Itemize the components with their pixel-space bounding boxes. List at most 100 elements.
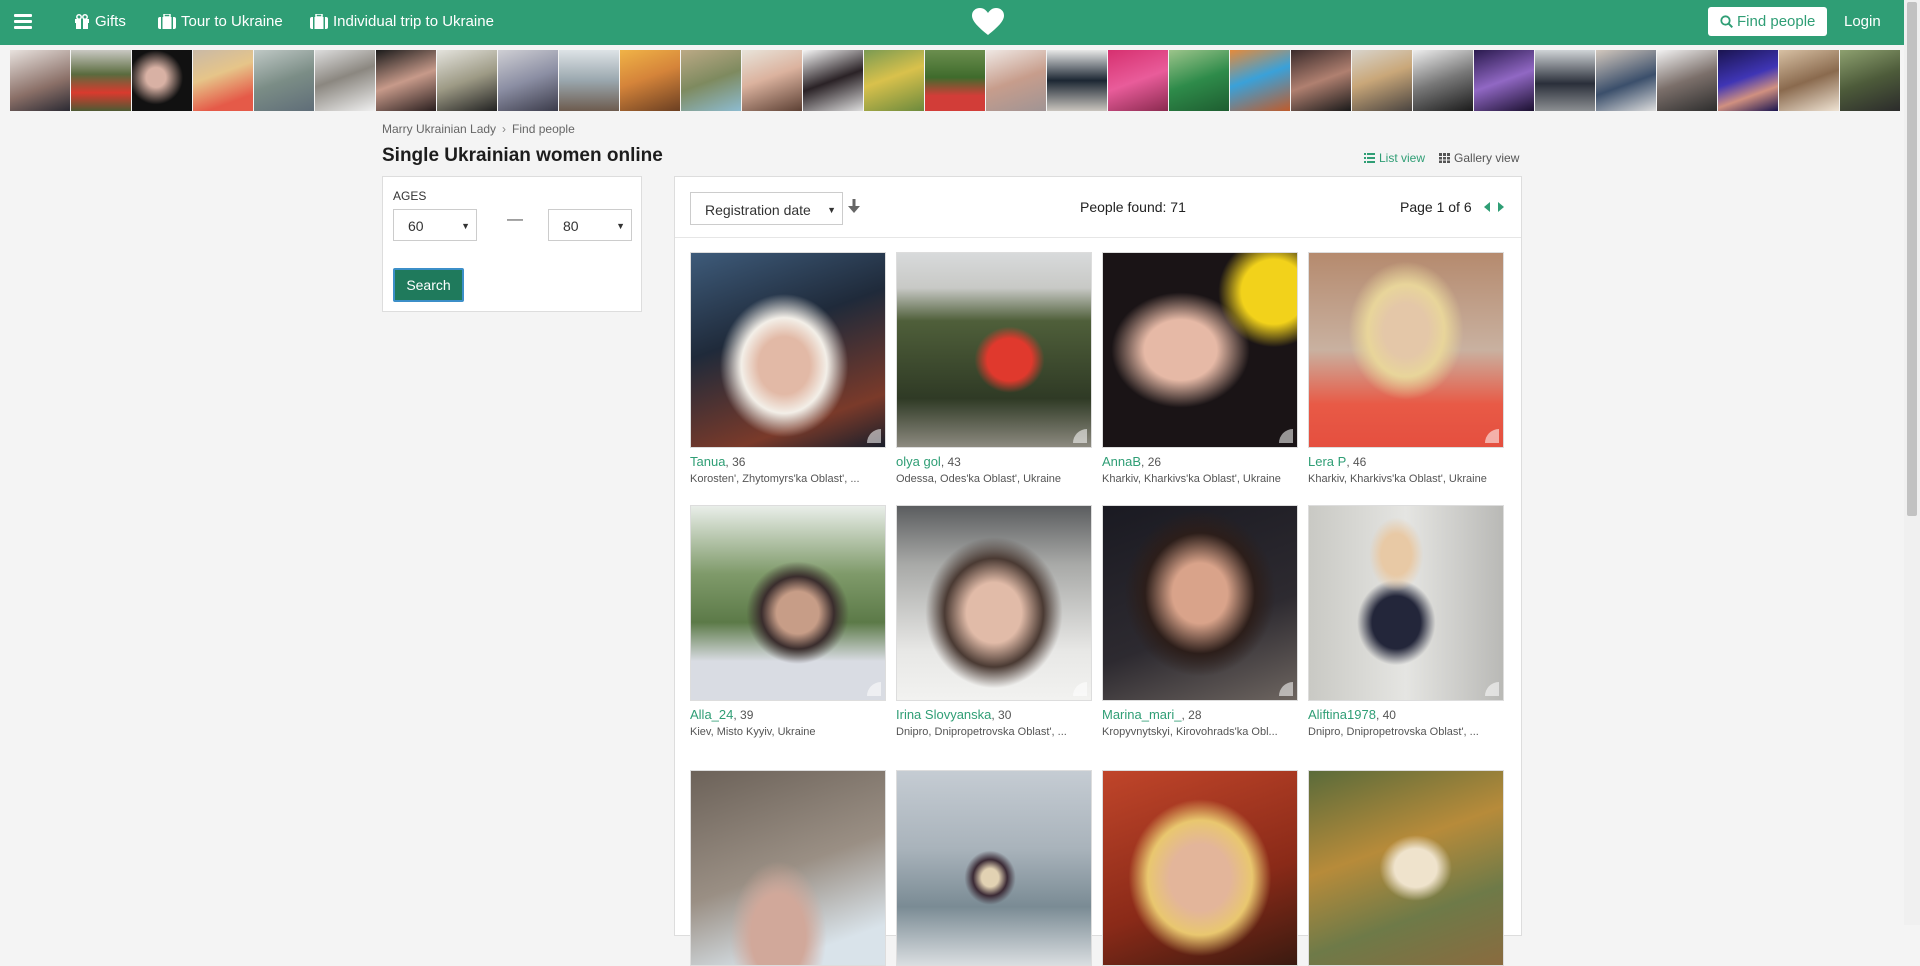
strip-photo[interactable]	[986, 50, 1046, 111]
strip-photo[interactable]	[1840, 50, 1900, 111]
strip-photo[interactable]	[254, 50, 314, 111]
list-icon	[1364, 153, 1375, 163]
strip-photo[interactable]	[1047, 50, 1107, 111]
profile-card	[896, 770, 1092, 966]
heart-icon[interactable]	[972, 8, 1004, 41]
age-from-select[interactable]: 60 ▼	[393, 209, 477, 241]
profile-name[interactable]: olya gol	[896, 454, 941, 469]
profile-name[interactable]: Lera P	[1308, 454, 1346, 469]
strip-photo[interactable]	[925, 50, 985, 111]
dropdown-arrow-icon: ▼	[461, 221, 470, 231]
strip-photo[interactable]	[1291, 50, 1351, 111]
profile-age: , 26	[1141, 455, 1162, 469]
profile-photo[interactable]	[690, 505, 886, 701]
age-to-select[interactable]: 80 ▼	[548, 209, 632, 241]
profile-photo[interactable]	[1102, 252, 1298, 448]
profile-location: Kharkiv, Kharkivs'ka Oblast', Ukraine	[1102, 473, 1281, 485]
profile-photo[interactable]	[1308, 505, 1504, 701]
strip-photo[interactable]	[193, 50, 253, 111]
nav-tour-label: Tour to Ukraine	[181, 13, 283, 30]
strip-photo[interactable]	[1352, 50, 1412, 111]
strip-photo[interactable]	[10, 50, 70, 111]
profile-photo[interactable]	[1308, 252, 1504, 448]
profile-name[interactable]: Tanua	[690, 454, 725, 469]
find-people-button[interactable]: Find people	[1708, 7, 1828, 36]
login-link[interactable]: Login	[1844, 13, 1881, 30]
page-scrollbar[interactable]	[1904, 0, 1920, 925]
pagination: Page 1 of 6	[1400, 199, 1504, 215]
sort-value: Registration date	[705, 202, 811, 218]
strip-photo[interactable]	[1474, 50, 1534, 111]
menu-icon[interactable]	[14, 14, 32, 30]
search-button[interactable]: Search	[393, 268, 464, 302]
dropdown-arrow-icon: ▼	[616, 221, 625, 231]
strip-photo[interactable]	[1169, 50, 1229, 111]
dropdown-arrow-icon: ▼	[827, 205, 836, 215]
strip-photo[interactable]	[132, 50, 192, 111]
profile-name[interactable]: Marina_mari_	[1102, 707, 1181, 722]
filter-panel: AGES 60 ▼ — 80 ▼ Search	[382, 176, 642, 312]
grid-icon	[1439, 153, 1451, 163]
profile-name[interactable]: AnnaB	[1102, 454, 1141, 469]
strip-photo[interactable]	[1535, 50, 1595, 111]
strip-photo[interactable]	[803, 50, 863, 111]
sort-select[interactable]: Registration date ▼	[690, 192, 843, 225]
profile-photo[interactable]	[1308, 770, 1504, 966]
strip-photo[interactable]	[559, 50, 619, 111]
nav-gifts[interactable]: Gifts	[74, 13, 126, 30]
profile-card: Tanua, 36 Korosten', Zhytomyrs'ka Oblast…	[690, 252, 886, 485]
strip-photo[interactable]	[498, 50, 558, 111]
strip-photo[interactable]	[620, 50, 680, 111]
gallery-view-label: Gallery view	[1454, 151, 1520, 165]
profile-card	[690, 770, 886, 966]
profile-photo[interactable]	[896, 770, 1092, 966]
profile-photo[interactable]	[896, 505, 1092, 701]
strip-photo[interactable]	[1596, 50, 1656, 111]
strip-photo[interactable]	[71, 50, 131, 111]
top-navbar: Gifts Tour to Ukraine Individual trip to…	[0, 0, 1904, 45]
breadcrumb-home[interactable]: Marry Ukrainian Lady	[382, 122, 496, 136]
strip-photo[interactable]	[742, 50, 802, 111]
profile-name[interactable]: Irina Slovyanska	[896, 707, 991, 722]
list-view-button[interactable]: List view	[1364, 151, 1425, 165]
age-to-value: 80	[563, 218, 579, 234]
profile-card: AnnaB, 26 Kharkiv, Kharkivs'ka Oblast', …	[1102, 252, 1298, 485]
strip-photo[interactable]	[376, 50, 436, 111]
strip-photo[interactable]	[1413, 50, 1473, 111]
strip-photo[interactable]	[1718, 50, 1778, 111]
strip-photo[interactable]	[437, 50, 497, 111]
gift-icon	[75, 14, 89, 29]
sort-down-icon[interactable]	[848, 199, 860, 218]
profile-age: , 28	[1181, 708, 1202, 722]
strip-photo[interactable]	[1230, 50, 1290, 111]
nav-individual-trip[interactable]: Individual trip to Ukraine	[310, 13, 494, 30]
breadcrumb-separator: ›	[502, 122, 507, 136]
strip-photo[interactable]	[315, 50, 375, 111]
strip-photo[interactable]	[1657, 50, 1717, 111]
profile-location: Odessa, Odes'ka Oblast', Ukraine	[896, 473, 1061, 485]
strip-photo[interactable]	[681, 50, 741, 111]
profile-location: Kharkiv, Kharkivs'ka Oblast', Ukraine	[1308, 473, 1487, 485]
gallery-view-button[interactable]: Gallery view	[1439, 151, 1519, 165]
profile-photo[interactable]	[1102, 505, 1298, 701]
profile-photo[interactable]	[896, 252, 1092, 448]
profile-photo[interactable]	[690, 770, 886, 966]
profile-age: , 30	[991, 708, 1012, 722]
nav-individual-trip-label: Individual trip to Ukraine	[333, 13, 494, 30]
strip-photo[interactable]	[1108, 50, 1168, 111]
profile-photo[interactable]	[1102, 770, 1298, 966]
scrollbar-thumb[interactable]	[1907, 2, 1917, 516]
nav-gifts-label: Gifts	[95, 13, 126, 30]
nav-tour[interactable]: Tour to Ukraine	[158, 13, 283, 30]
breadcrumb-current[interactable]: Find people	[512, 122, 575, 136]
profile-name[interactable]: Alla_24	[690, 707, 733, 722]
strip-photo[interactable]	[1779, 50, 1839, 111]
page-indicator: Page 1 of 6	[1400, 199, 1472, 215]
profile-photo[interactable]	[690, 252, 886, 448]
caret-right-icon[interactable]	[1497, 199, 1504, 215]
profile-age: , 43	[940, 455, 961, 469]
profile-name[interactable]: Aliftina1978	[1308, 707, 1376, 722]
strip-photo[interactable]	[864, 50, 924, 111]
profile-card: olya gol, 43 Odessa, Odes'ka Oblast', Uk…	[896, 252, 1092, 485]
caret-left-icon[interactable]	[1483, 199, 1490, 215]
